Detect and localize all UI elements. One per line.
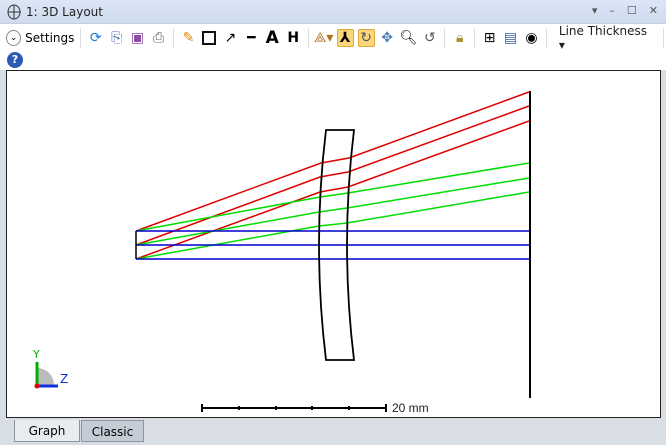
pan-icon[interactable]: ✥ [379, 29, 396, 47]
close-button[interactable]: ✕ [649, 4, 658, 17]
pencil-icon[interactable]: ✎ [180, 29, 197, 47]
window-title: 1: 3D Layout [26, 4, 103, 19]
layout-canvas: 20 mm Y Z [32, 91, 531, 415]
ray [135, 120, 530, 260]
scale-bar-label: 20 mm [392, 401, 429, 415]
ray [135, 177, 530, 246]
window-menu-icon[interactable]: ▾ [592, 4, 598, 17]
zoom-icon[interactable]: 🔍︎ [400, 29, 418, 47]
minimize-button[interactable]: – [609, 4, 615, 17]
text-icon[interactable]: A [264, 28, 281, 48]
settings-button[interactable]: Settings [25, 31, 74, 45]
ray [135, 162, 530, 232]
fit-icon[interactable]: ⊞ [481, 29, 498, 47]
rotate-3d-icon[interactable]: ⟁▾ [314, 29, 334, 47]
tab-graph-label: Graph [28, 424, 66, 438]
window-icon[interactable]: ▤ [502, 29, 519, 47]
refresh-icon[interactable]: ⟳ [87, 29, 104, 47]
lock-icon[interactable]: 🔒︎ [451, 29, 468, 47]
ray [135, 191, 530, 260]
title-bar: 1: 3D Layout ▾ – ☐ ✕ [0, 0, 666, 24]
arrow-icon[interactable]: ↗ [222, 29, 239, 47]
field1-rays [136, 230, 529, 260]
axis-triad-icon: Y Z [32, 348, 68, 389]
tab-classic[interactable]: Classic [81, 420, 144, 442]
help-icon[interactable]: ? [7, 52, 23, 68]
scale-bar [201, 404, 387, 412]
tab-classic-label: Classic [91, 425, 134, 439]
z-axis-label: Z [60, 372, 68, 386]
axes-icon[interactable]: ⅄ [336, 29, 354, 47]
layout-plot: 20 mm Y Z [6, 70, 661, 418]
app-icon [7, 4, 21, 19]
copy-icon[interactable]: ⎘ [108, 29, 125, 47]
line-thickness-label: Line Thickness [558, 24, 648, 38]
rotate-view-icon[interactable]: ↻ [357, 29, 375, 47]
y-axis-label: Y [32, 348, 40, 361]
line-thickness-dropdown[interactable]: Line Thickness ▾ [553, 24, 657, 52]
reset-view-icon[interactable]: ↺ [421, 29, 438, 47]
dimension-icon[interactable]: H [285, 29, 302, 47]
timer-icon[interactable]: ◉ [523, 29, 540, 47]
settings-chevron-icon[interactable]: ⌄ [6, 30, 22, 46]
rectangle-icon[interactable] [201, 29, 218, 47]
print-icon[interactable]: ⎙ [150, 29, 167, 47]
save-icon[interactable]: ▣ [129, 29, 146, 47]
tab-bar: Graph Classic [0, 420, 666, 445]
maximize-button[interactable]: ☐ [627, 4, 637, 17]
line-icon[interactable]: ━ [243, 29, 260, 47]
toolbar: ⌄ Settings ⟳ ⎘ ▣ ⎙ ✎ ↗ ━ A H ⟁▾ ⅄ ↻ ✥ 🔍︎… [0, 24, 666, 70]
tab-graph[interactable]: Graph [14, 420, 80, 442]
